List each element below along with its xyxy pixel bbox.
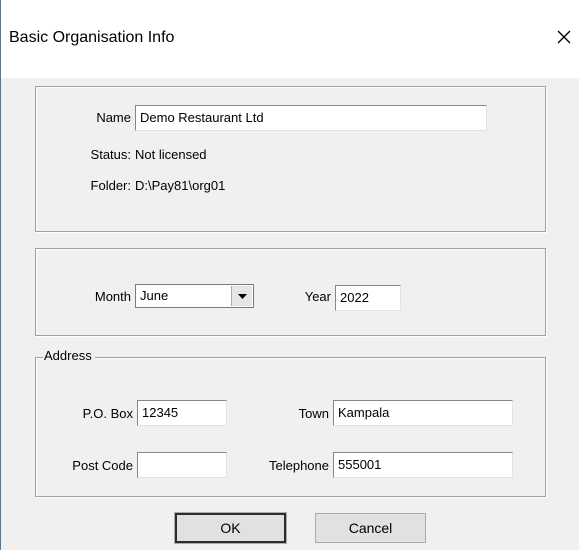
- month-label: Month: [94, 289, 131, 304]
- telephone-label: Telephone: [269, 458, 329, 473]
- postcode-label: Post Code: [72, 458, 133, 473]
- town-input[interactable]: Kampala: [333, 400, 513, 426]
- close-button[interactable]: [549, 22, 579, 52]
- close-icon: [557, 30, 571, 44]
- pobox-input[interactable]: 12345: [137, 400, 227, 426]
- year-input[interactable]: 2022: [335, 285, 401, 311]
- pobox-label: P.O. Box: [82, 406, 133, 421]
- town-label: Town: [298, 406, 329, 421]
- year-label: Year: [304, 289, 331, 304]
- cancel-button[interactable]: Cancel: [315, 513, 426, 543]
- folder-value: D:\Pay81\org01: [135, 178, 226, 193]
- postcode-input[interactable]: [137, 452, 227, 478]
- window-title: Basic Organisation Info: [9, 29, 175, 46]
- telephone-input[interactable]: 555001: [333, 452, 513, 478]
- dialog-window: Basic Organisation Info Name Demo Restau…: [0, 0, 579, 550]
- name-input[interactable]: Demo Restaurant Ltd: [135, 105, 487, 131]
- chevron-down-icon: [237, 293, 247, 299]
- month-select-value: June: [140, 288, 169, 303]
- status-label: Status:: [90, 147, 131, 162]
- title-bar: Basic Organisation Info: [1, 0, 579, 78]
- address-group-label: Address: [43, 348, 95, 363]
- folder-label: Folder:: [90, 178, 131, 193]
- month-select[interactable]: June: [135, 284, 254, 308]
- name-label: Name: [96, 110, 131, 125]
- ok-button[interactable]: OK: [174, 512, 287, 544]
- status-value: Not licensed: [135, 147, 207, 162]
- month-dropdown-button[interactable]: [231, 286, 252, 306]
